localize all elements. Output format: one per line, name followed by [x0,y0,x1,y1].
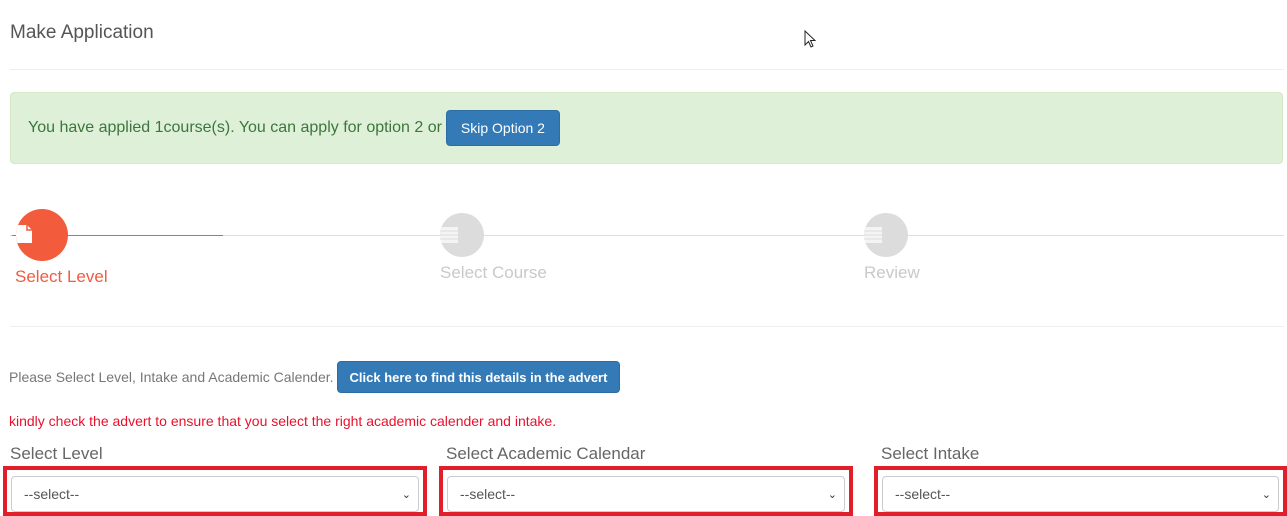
step-2-circle[interactable] [440,213,484,257]
intake-select[interactable]: --select-- [882,476,1279,512]
view-advert-button[interactable]: Click here to find this details in the a… [336,361,621,393]
intake-field: Select Intake --select-- ⌄ [874,444,1287,516]
instructions-text: Please Select Level, Intake and Academic… [9,369,334,385]
step-3-circle[interactable] [864,213,908,257]
success-alert: You have applied 1course(s). You can app… [10,92,1283,164]
level-highlight: --select-- ⌄ [3,466,427,516]
page-title: Make Application [10,22,154,43]
title-divider [10,69,1284,70]
academic-calendar-label: Select Academic Calendar [446,444,646,463]
mouse-pointer-icon [804,30,817,48]
alert-message: You have applied 1course(s). You can app… [28,119,442,136]
list-icon [440,227,458,243]
instructions-row: Please Select Level, Intake and Academic… [9,361,621,393]
document-icon [16,225,32,243]
warning-message: kindly check the advert to ensure that y… [9,413,557,429]
academic-calendar-field: Select Academic Calendar --select-- ⌄ [439,444,853,516]
academic-calendar-select[interactable]: --select-- [447,476,845,512]
step-2-label: Select Course [440,263,547,282]
level-label: Select Level [10,444,103,463]
level-select[interactable]: --select-- [11,476,419,512]
skip-option-2-button[interactable]: Skip Option 2 [445,110,560,146]
intake-label: Select Intake [881,444,980,463]
step-3-label: Review [864,263,920,282]
section-divider [10,326,1284,327]
step-1-label: Select Level [15,267,108,286]
level-field: Select Level --select-- ⌄ [3,444,427,516]
list-icon [864,227,882,243]
step-1-circle[interactable] [16,209,68,261]
intake-highlight: --select-- ⌄ [874,466,1287,516]
academic-calendar-highlight: --select-- ⌄ [439,466,853,516]
